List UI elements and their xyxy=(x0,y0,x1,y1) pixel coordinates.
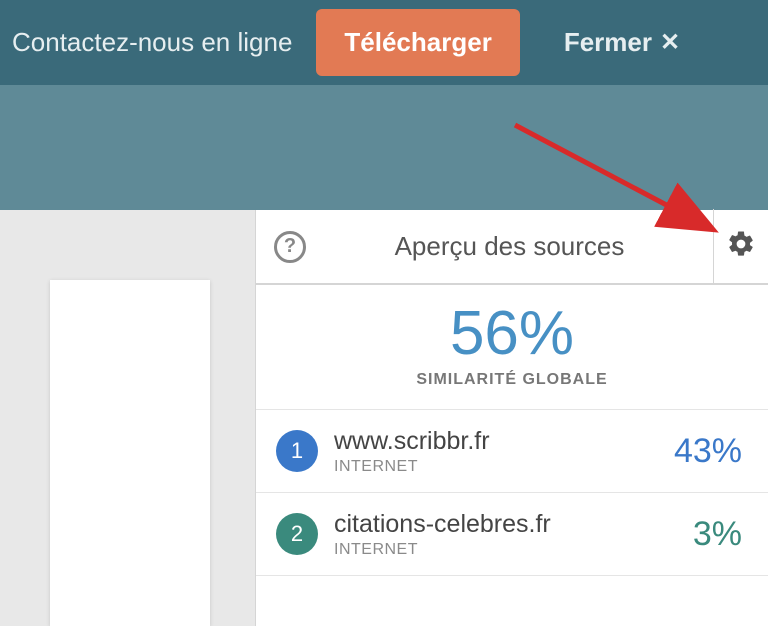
close-icon: ✕ xyxy=(660,28,680,57)
content-area: ? Aperçu des sources 56% SIMILARITÉ GLOB… xyxy=(0,210,768,626)
source-rank-badge: 1 xyxy=(276,430,318,472)
close-label: Fermer xyxy=(564,27,652,58)
sources-title: Aperçu des sources xyxy=(306,231,713,262)
source-rank-badge: 2 xyxy=(276,513,318,555)
help-icon[interactable]: ? xyxy=(274,231,306,263)
source-info: citations-celebres.fr INTERNET xyxy=(334,509,677,559)
contact-link[interactable]: Contactez-nous en ligne xyxy=(12,27,292,58)
source-row[interactable]: 2 citations-celebres.fr INTERNET 3% xyxy=(256,493,768,576)
download-button[interactable]: Télécharger xyxy=(316,9,519,76)
sources-list: 1 www.scribbr.fr INTERNET 43% 2 citations-cel… xyxy=(256,410,768,576)
sources-panel: ? Aperçu des sources 56% SIMILARITÉ GLOB… xyxy=(255,210,768,626)
similarity-label: SIMILARITÉ GLOBALE xyxy=(256,371,768,389)
source-info: www.scribbr.fr INTERNET xyxy=(334,426,658,476)
source-type: INTERNET xyxy=(334,458,658,476)
top-toolbar: Contactez-nous en ligne Télécharger Ferm… xyxy=(0,0,768,85)
similarity-percentage: 56% xyxy=(256,303,768,365)
secondary-bar xyxy=(0,85,768,210)
source-percentage: 3% xyxy=(693,515,742,554)
document-preview[interactable] xyxy=(50,280,210,626)
source-row[interactable]: 1 www.scribbr.fr INTERNET 43% xyxy=(256,410,768,493)
sources-header: ? Aperçu des sources xyxy=(256,210,768,285)
source-domain: www.scribbr.fr xyxy=(334,426,658,456)
source-percentage: 43% xyxy=(674,432,742,471)
source-domain: citations-celebres.fr xyxy=(334,509,677,539)
overall-similarity: 56% SIMILARITÉ GLOBALE xyxy=(256,285,768,410)
gear-icon xyxy=(726,229,756,264)
settings-button[interactable] xyxy=(713,209,768,284)
close-button[interactable]: Fermer ✕ xyxy=(564,27,680,58)
source-type: INTERNET xyxy=(334,541,677,559)
